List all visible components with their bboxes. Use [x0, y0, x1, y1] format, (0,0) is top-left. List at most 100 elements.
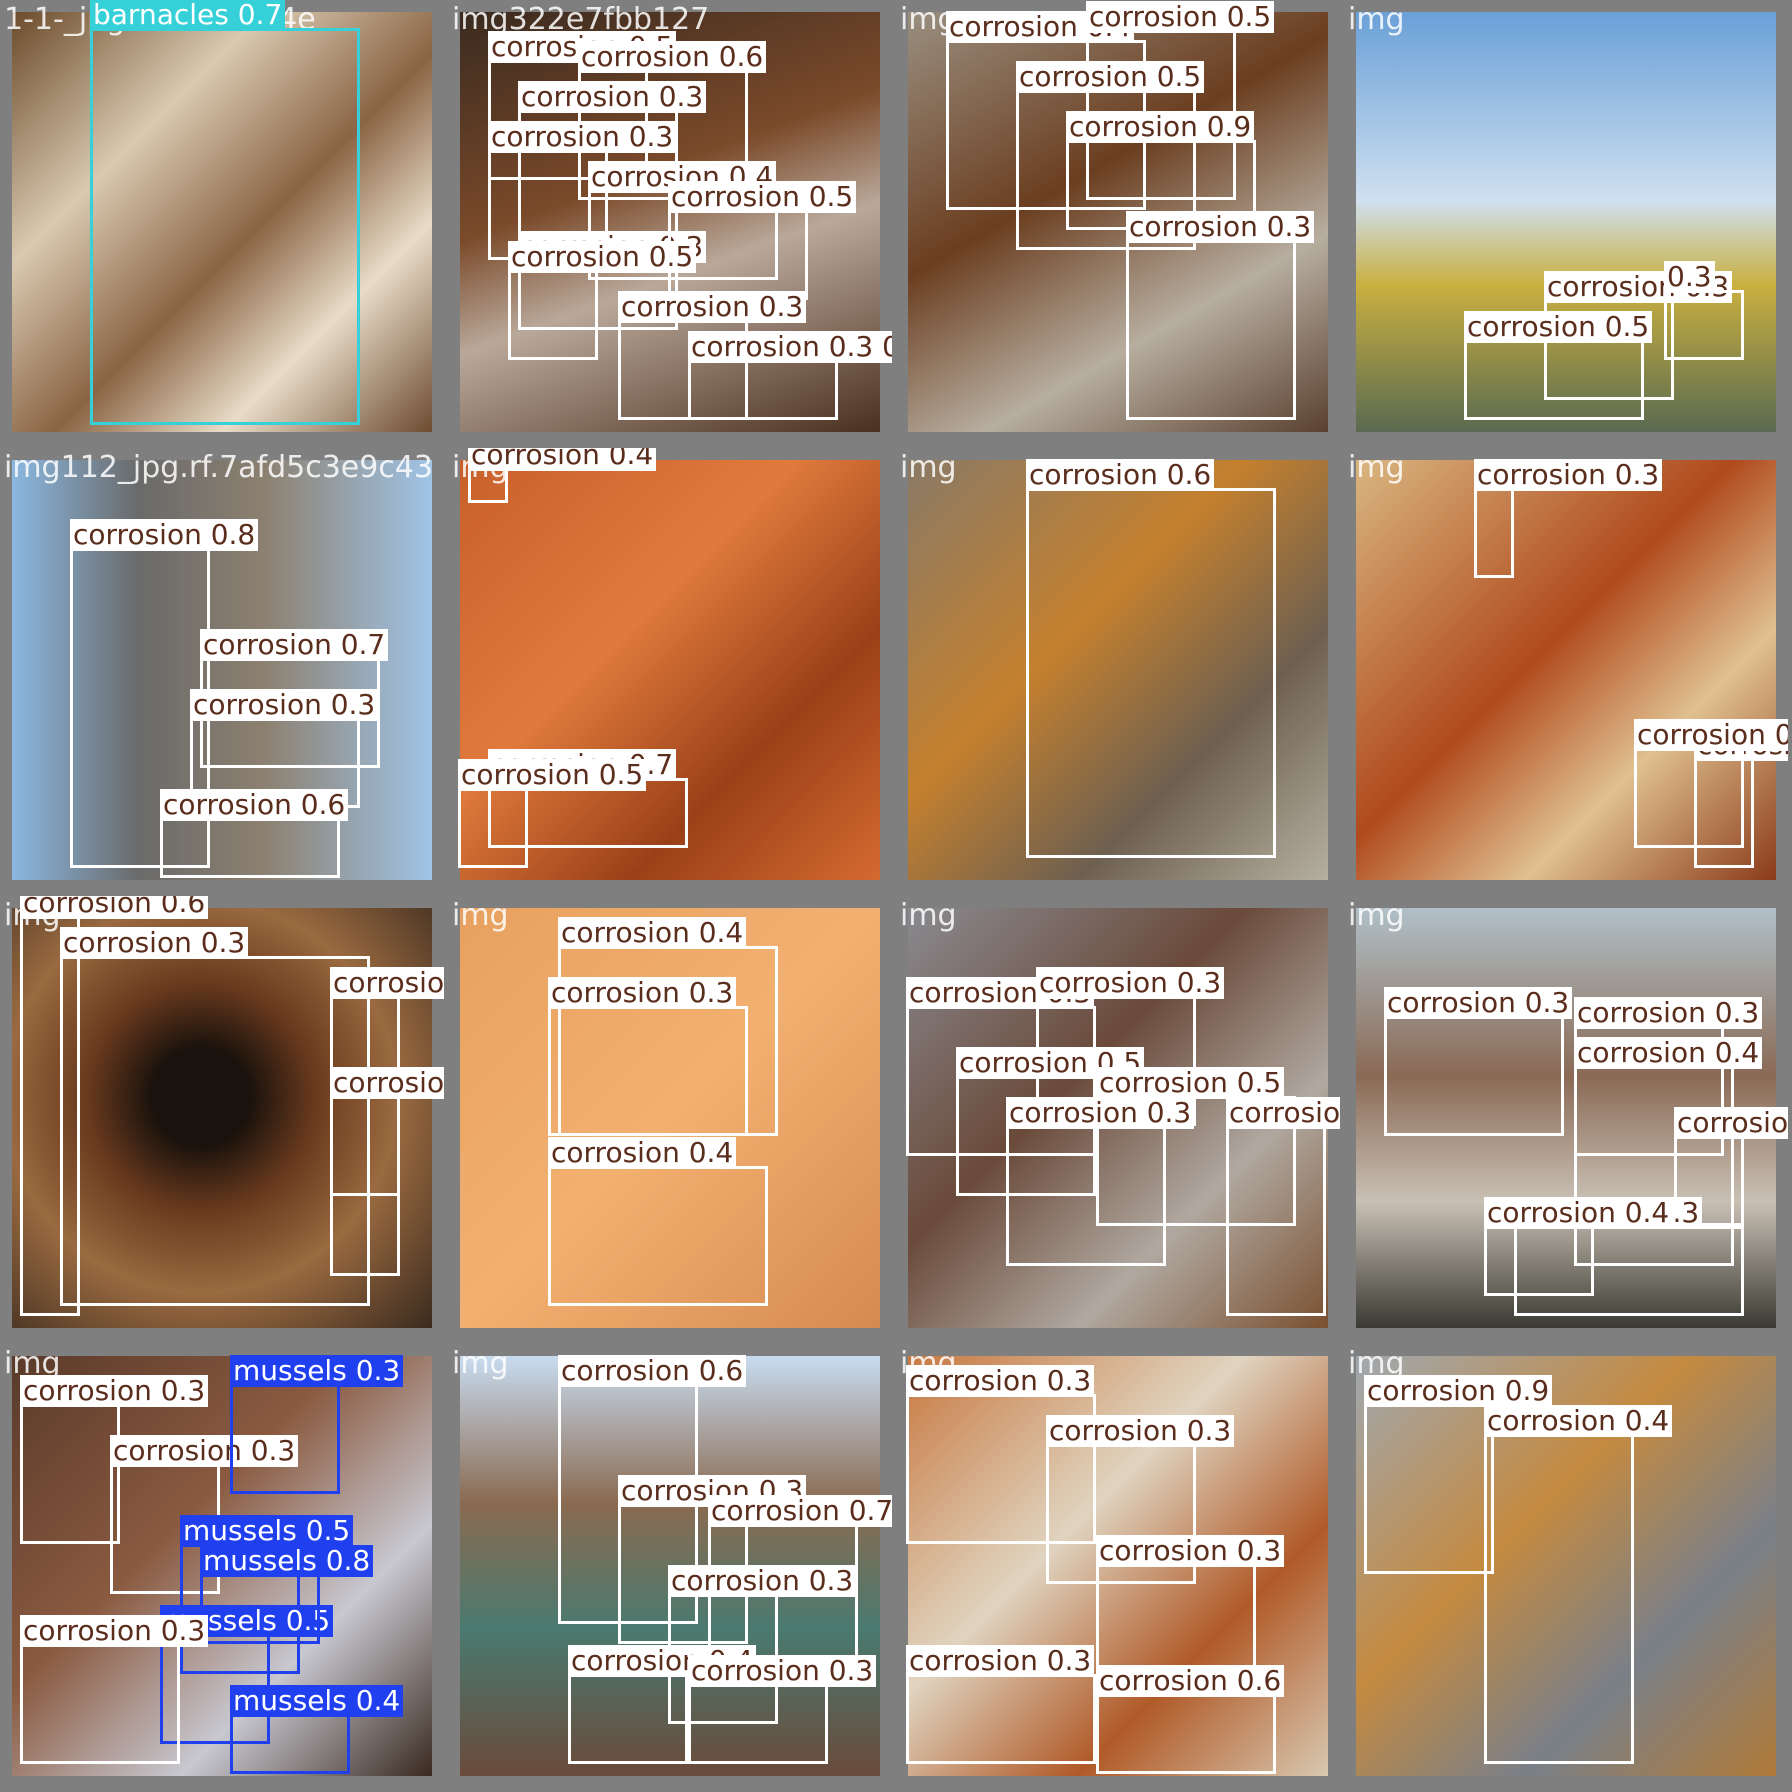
- detection-box: corrosion 0.3: [20, 1375, 209, 1544]
- image-filename: img: [900, 898, 957, 933]
- detection-label: corrosion 0.4: [468, 448, 657, 471]
- detection-label: mussels 0.3: [230, 1355, 404, 1387]
- detection-label: corrosion 0.3: [1634, 719, 1788, 751]
- detection-label: corrosion 0.3: [190, 689, 379, 721]
- detection-box: corrosion 0.3: [1384, 987, 1573, 1136]
- image-filename: img: [1348, 2, 1405, 37]
- detection-box: corrosion 0.3: [1006, 1097, 1195, 1266]
- detection-label: corrosion 0.3: [488, 121, 677, 153]
- detection-box: corrosion 0.3: [1634, 719, 1788, 848]
- detection-label: corrosion 0.4: [1484, 1197, 1673, 1229]
- detection-label: corrosion 0.6: [558, 1355, 747, 1387]
- detection-label: corrosion 0.3: [1046, 1415, 1235, 1447]
- image-tile: img corrosion 0.4 corrosion 0.3 corrosion 0…: [448, 896, 892, 1340]
- detection-box: corrosion 0.5: [458, 759, 647, 868]
- detection-label: corrosion 0.5: [668, 181, 857, 213]
- image-tile: img corrosion 0.3 corrosion 0.5 0.3: [1344, 0, 1788, 444]
- detection-box: mussels 0.4: [230, 1685, 404, 1774]
- detection-box: corrosion 0.3: [20, 1615, 209, 1764]
- image-tile: imgcorrosion 0.6corrosion 0.3corrosion 0…: [448, 1344, 892, 1788]
- image-filename: img: [1348, 450, 1405, 485]
- detection-label: corrosion 0.7: [708, 1495, 892, 1527]
- detection-label: corrosion 0.3: [1384, 987, 1573, 1019]
- image-tile: 1-1-_jpg.rf.a4a8974ebarnacles 0.7: [0, 0, 444, 444]
- detection-label: corrosion 0.3: [1474, 459, 1663, 491]
- detection-label: corrosion 0.3: [1126, 211, 1315, 243]
- detection-label: corrosion 0.4: [548, 1137, 737, 1169]
- detection-label: corrosion 0.3: [688, 1655, 877, 1687]
- detection-label: corrosion 0.4: [558, 917, 747, 949]
- detection-label: corrosion 0.3: [20, 1375, 209, 1407]
- mosaic-grid: 1-1-_jpg.rf.a4a8974ebarnacles 0.7img322e…: [0, 0, 1792, 1792]
- detection-box: corrosion 0.4: [1484, 1405, 1673, 1764]
- detection-box: corrosion 0.4: [1484, 1197, 1673, 1296]
- detection-box: corrosion 0.9: [1364, 1375, 1553, 1574]
- image-filename: img112_jpg.rf.7afd5c3e9c43: [4, 450, 434, 485]
- detection-label: corrosion 0.3: [1096, 1535, 1285, 1567]
- detection-label: corrosion 0.4: [330, 967, 444, 999]
- detection-label: corrosion 0.5: [1096, 1067, 1285, 1099]
- detection-box: corrosion 0.3: [688, 1655, 877, 1764]
- detection-box: 0.3: [1664, 261, 1744, 360]
- detection-box: corrosion 0.6: [160, 789, 349, 878]
- image-tile: img corrosion 0.6: [896, 448, 1340, 892]
- detection-box: corrosion 0.4: [1226, 1097, 1340, 1316]
- detection-label: corrosion 0.3: [1006, 1097, 1195, 1129]
- detection-label: corrosion 0.6: [20, 896, 209, 919]
- image-tile: img corrosion 0.9 corrosion 0.4: [1344, 1344, 1788, 1788]
- detection-label: corrosion 0.3: [668, 1565, 857, 1597]
- detection-label: corrosion 0.6: [160, 789, 349, 821]
- image-filename: img: [452, 898, 509, 933]
- detection-label: corrosion 0.3: [906, 1365, 1095, 1397]
- image-filename: img: [900, 450, 957, 485]
- detection-label: corrosion 0.6: [1026, 459, 1215, 491]
- detection-box: corrosion 0.3: [1474, 459, 1663, 578]
- image-tile: imgcorrosion 0.3corrosion 0.3corrosion 0…: [896, 1344, 1340, 1788]
- detection-label: corrosion 0.3: [1036, 967, 1225, 999]
- detection-box: barnacles 0.7: [90, 0, 360, 425]
- image-filename: img: [1348, 898, 1405, 933]
- detection-label: corrosion 0.3: [518, 81, 707, 113]
- detection-label: corrosion 0.3: [1674, 1107, 1788, 1139]
- image-tile: imgcorrosion 0.3corrosion 0.3corrosion 0…: [1344, 896, 1788, 1340]
- image-tile: img corrosion 0.4 corrosion 0.5 corrosion 0…: [896, 0, 1340, 444]
- detection-box: corrosion 0.3: [60, 927, 370, 1306]
- detection-label: 0.3: [1664, 261, 1715, 293]
- image-tile: imgcorrosion 0.3corrosion 0.3corrosion 0…: [896, 896, 1340, 1340]
- detection-box: corrosion 0.6: [1096, 1665, 1285, 1774]
- detection-label: corrosion 0.6: [1096, 1665, 1285, 1697]
- detection-label: corrosion 0.3: [1574, 997, 1763, 1029]
- detection-label: corrosion 0.4: [1226, 1097, 1340, 1129]
- detection-label: mussels 0.5: [180, 1515, 354, 1547]
- detection-box: corrosion 0.4: [548, 1137, 768, 1306]
- detection-label: corrosion 0.3: [60, 927, 249, 959]
- image-tile: img corrosion 0.3 corrosion 0.3 mussels 0.3…: [0, 1344, 444, 1788]
- detection-box: corrosion 0.3: [906, 1645, 1096, 1764]
- detection-label: corrosion 0.3: [330, 1067, 444, 1099]
- detection-box: corrosion 0.4: [468, 448, 657, 503]
- detection-box: corrosion 0.4: [568, 1645, 757, 1764]
- image-tile: imgcorrosion 0.3corrosion 0.3corrosion 0…: [1344, 448, 1788, 892]
- image-filename: img: [452, 1346, 509, 1381]
- detection-label: corrosion 0.5: [508, 241, 697, 273]
- detection-box: corrosion 0.3: [330, 1067, 444, 1276]
- detection-label: barnacles 0.7: [90, 0, 286, 31]
- detection-label: corrosion 0.5: [1016, 61, 1205, 93]
- detection-label: corrosion 0.9: [1364, 1375, 1553, 1407]
- image-tile: imgcorrosion 0.6corrosion 0.3corrosion 0…: [0, 896, 444, 1340]
- detection-box: mussels 0.3: [230, 1355, 404, 1494]
- detection-label: corrosion 0.9: [1066, 111, 1255, 143]
- image-tile: img322e7fbb127corrosion 0.5corrosion 0.6…: [448, 0, 892, 444]
- detection-label: mussels 0.8: [200, 1545, 374, 1577]
- detection-label: corrosion 0.4: [1484, 1405, 1673, 1437]
- detection-label: corrosion 0.8: [70, 519, 259, 551]
- detection-box: corrosion 0.5: [508, 241, 697, 360]
- detection-label: corrosion 0.3: [548, 977, 737, 1009]
- detection-label: corrosion 0.5: [458, 759, 647, 791]
- detection-label: corrosion 0.4: [1574, 1037, 1763, 1069]
- detection-label: corrosion 0.3 0.3: [688, 331, 892, 363]
- image-tile: img112_jpg.rf.7afd5c3e9c43 corrosion 0.8 c…: [0, 448, 444, 892]
- detection-label: corrosion 0.7: [200, 629, 389, 661]
- detection-label: corrosion 0.5: [1086, 1, 1275, 33]
- detection-box: corrosion 0.3 0.3: [688, 331, 892, 420]
